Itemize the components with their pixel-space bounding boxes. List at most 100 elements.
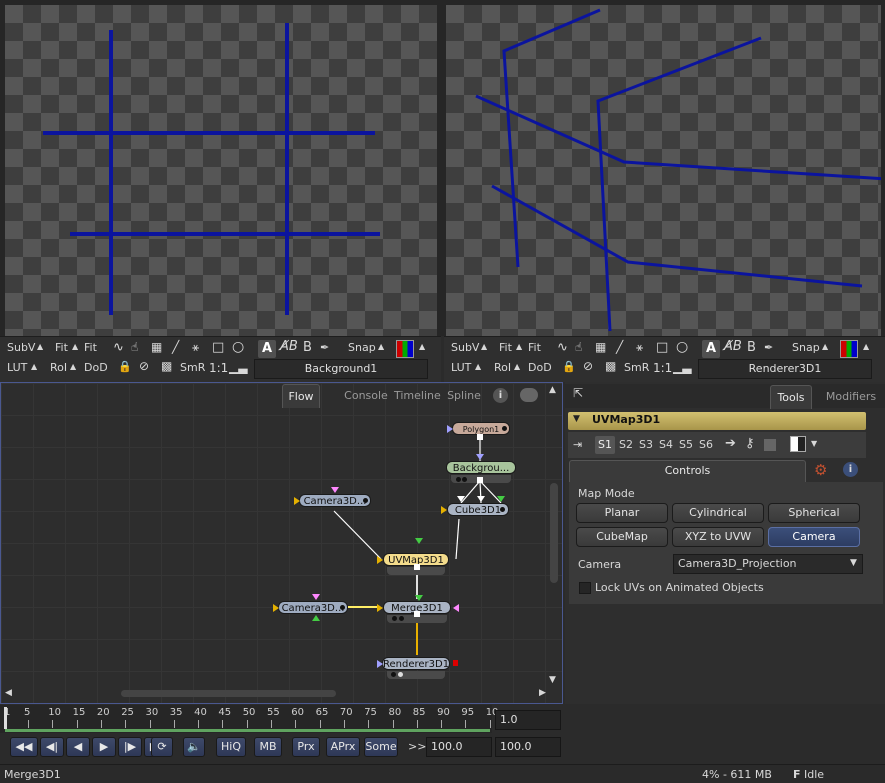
camera-select[interactable]: Camera3D_Projection ▼ xyxy=(673,554,863,574)
brush-icon[interactable]: ╱ xyxy=(616,340,623,354)
b-buffer-button[interactable]: B xyxy=(303,340,312,355)
channel-arrow-icon[interactable]: ▲ xyxy=(419,342,425,351)
roi-view-icon[interactable]: ⊘ xyxy=(139,359,149,373)
flow-horizontal-scrollbar[interactable] xyxy=(121,690,336,697)
fit-arrow-icon[interactable]: ▲ xyxy=(516,342,522,351)
tab-timeline[interactable]: Timeline xyxy=(394,384,441,408)
loop-icon[interactable]: ⟳ xyxy=(151,737,173,757)
subview-arrow-icon[interactable]: ▲ xyxy=(37,342,43,351)
spherical-button[interactable]: Spherical xyxy=(768,503,860,523)
render-end-field[interactable]: 100.0 xyxy=(426,737,492,757)
brush-icon[interactable]: ╱ xyxy=(172,340,179,354)
ab-swap-icon[interactable]: A̸B xyxy=(724,339,742,354)
roi-button[interactable]: RoI xyxy=(494,361,511,374)
play-button[interactable]: ▶ xyxy=(92,737,116,757)
info-icon[interactable]: i xyxy=(493,388,508,403)
slot-s1[interactable]: S1 xyxy=(595,436,615,454)
effect-mask-icon[interactable]: ✒ xyxy=(764,341,773,354)
snap-button[interactable]: Snap xyxy=(792,341,820,354)
fit-button[interactable]: Fit xyxy=(55,341,68,354)
roi-button[interactable]: RoI xyxy=(50,361,67,374)
step-back-button[interactable]: ◀| xyxy=(40,737,64,757)
tab-spline[interactable]: Spline xyxy=(444,384,484,408)
subview-arrow-icon[interactable]: ▲ xyxy=(481,342,487,351)
left-viewer[interactable] xyxy=(0,0,441,336)
controls-tab[interactable]: Controls xyxy=(569,460,806,482)
a-buffer-toggle[interactable]: A xyxy=(702,340,720,358)
flow-panel[interactable]: Polygon1 Backgrou... Cube3D1 Camera3D...… xyxy=(0,382,563,704)
scroll-right-icon[interactable]: ▶ xyxy=(539,688,546,698)
scroll-up-icon[interactable]: ▲ xyxy=(549,385,556,395)
fit-alt-button[interactable]: Fit xyxy=(84,341,97,354)
camera-mode-button[interactable]: Camera xyxy=(768,527,860,547)
magic-wand-icon[interactable]: ⚹ xyxy=(192,340,199,355)
fit-button[interactable]: Fit xyxy=(499,341,512,354)
right-viewer[interactable] xyxy=(441,0,885,336)
level-meter-icon[interactable]: ▁▃ xyxy=(229,360,247,374)
cylindrical-button[interactable]: Cylindrical xyxy=(672,503,764,523)
time-ruler[interactable]: 1 5 10 15 20 25 30 35 40 45 50 55 60 65 70 75 80 85 90 95 10 xyxy=(0,705,498,733)
swatch-dropdown-icon[interactable]: ▼ xyxy=(811,439,817,448)
tool-header[interactable]: ▼ UVMap3D1 xyxy=(568,412,866,430)
snap-arrow-icon[interactable]: ▲ xyxy=(378,342,384,351)
more-button[interactable]: >> xyxy=(408,740,426,753)
some-button[interactable]: Some xyxy=(364,737,398,757)
mb-button[interactable]: MB xyxy=(254,737,282,757)
lut-arrow-icon[interactable]: ▲ xyxy=(31,362,37,371)
scroll-down-icon[interactable]: ▼ xyxy=(549,675,556,685)
pin-icon[interactable]: ⇱ xyxy=(573,386,583,400)
slot-s4[interactable]: S4 xyxy=(659,438,673,451)
xyz-to-uvw-button[interactable]: XYZ to UVW xyxy=(672,527,764,547)
lut-button[interactable]: LUT xyxy=(7,361,27,374)
slot-s2[interactable]: S2 xyxy=(619,438,633,451)
current-time-field[interactable]: 1.0 xyxy=(495,710,561,730)
snap-arrow-icon[interactable]: ▲ xyxy=(822,342,828,351)
roi-view-icon[interactable]: ⊘ xyxy=(583,359,593,373)
lut-button[interactable]: LUT xyxy=(451,361,471,374)
checker-icon[interactable]: ▩ xyxy=(605,359,616,373)
magic-wand-icon[interactable]: ⚹ xyxy=(636,340,643,355)
node-camera3d-bottom[interactable]: Camera3D... xyxy=(278,601,348,614)
tab-console[interactable]: Console xyxy=(342,384,390,408)
node-camera3d-top[interactable]: Camera3D... xyxy=(299,494,371,507)
rectangle-icon[interactable]: □ xyxy=(656,340,668,355)
aprx-button[interactable]: APrx xyxy=(326,737,360,757)
checker-icon[interactable]: ▩ xyxy=(161,359,172,373)
disabled-square-icon[interactable] xyxy=(764,439,776,451)
tab-flow[interactable]: Flow xyxy=(282,384,320,408)
lock-uvs-checkbox[interactable] xyxy=(579,582,591,594)
color-channel-icon[interactable] xyxy=(396,340,414,358)
key-icon[interactable]: ⚷ xyxy=(745,436,755,451)
roi-arrow-icon[interactable]: ▲ xyxy=(514,362,520,371)
planar-button[interactable]: Planar xyxy=(576,503,668,523)
step-forward-button[interactable]: |▶ xyxy=(118,737,142,757)
pin-tool-icon[interactable]: ⇥ xyxy=(573,438,582,451)
hand-icon[interactable]: ☝ xyxy=(575,340,582,354)
playhead-marker[interactable] xyxy=(4,707,7,729)
fit-alt-button[interactable]: Fit xyxy=(528,341,541,354)
tab-modifiers[interactable]: Modifiers xyxy=(823,385,879,409)
comments-icon[interactable] xyxy=(520,388,538,402)
audio-icon[interactable]: 🔈 xyxy=(183,737,205,757)
circle-icon[interactable]: ○ xyxy=(232,339,244,355)
lock-icon[interactable]: 🔒 xyxy=(562,360,576,373)
spline-icon[interactable]: ∿ xyxy=(557,340,568,355)
play-reverse-button[interactable]: ◀ xyxy=(66,737,90,757)
go-to-start-button[interactable]: ◀◀ xyxy=(10,737,38,757)
snap-button[interactable]: Snap xyxy=(348,341,376,354)
rectangle-icon[interactable]: □ xyxy=(212,340,224,355)
global-end-field[interactable]: 100.0 xyxy=(495,737,561,757)
hand-icon[interactable]: ☝ xyxy=(131,340,138,354)
grid-icon[interactable]: ▦ xyxy=(151,340,162,354)
node-background1[interactable]: Backgrou... xyxy=(446,461,516,474)
node-renderer3d1[interactable]: Renderer3D1 xyxy=(382,657,450,670)
b-buffer-button[interactable]: B xyxy=(747,340,756,355)
arrow-right-icon[interactable]: ➔ xyxy=(725,436,736,451)
dod-button[interactable]: DoD xyxy=(84,361,108,374)
circle-icon[interactable]: ○ xyxy=(676,339,688,355)
smr-button[interactable]: SmR xyxy=(624,361,649,374)
view-name-field[interactable]: Background1 xyxy=(254,359,428,379)
slot-s6[interactable]: S6 xyxy=(699,438,713,451)
lut-arrow-icon[interactable]: ▲ xyxy=(475,362,481,371)
right-viewer-canvas[interactable] xyxy=(446,5,881,336)
